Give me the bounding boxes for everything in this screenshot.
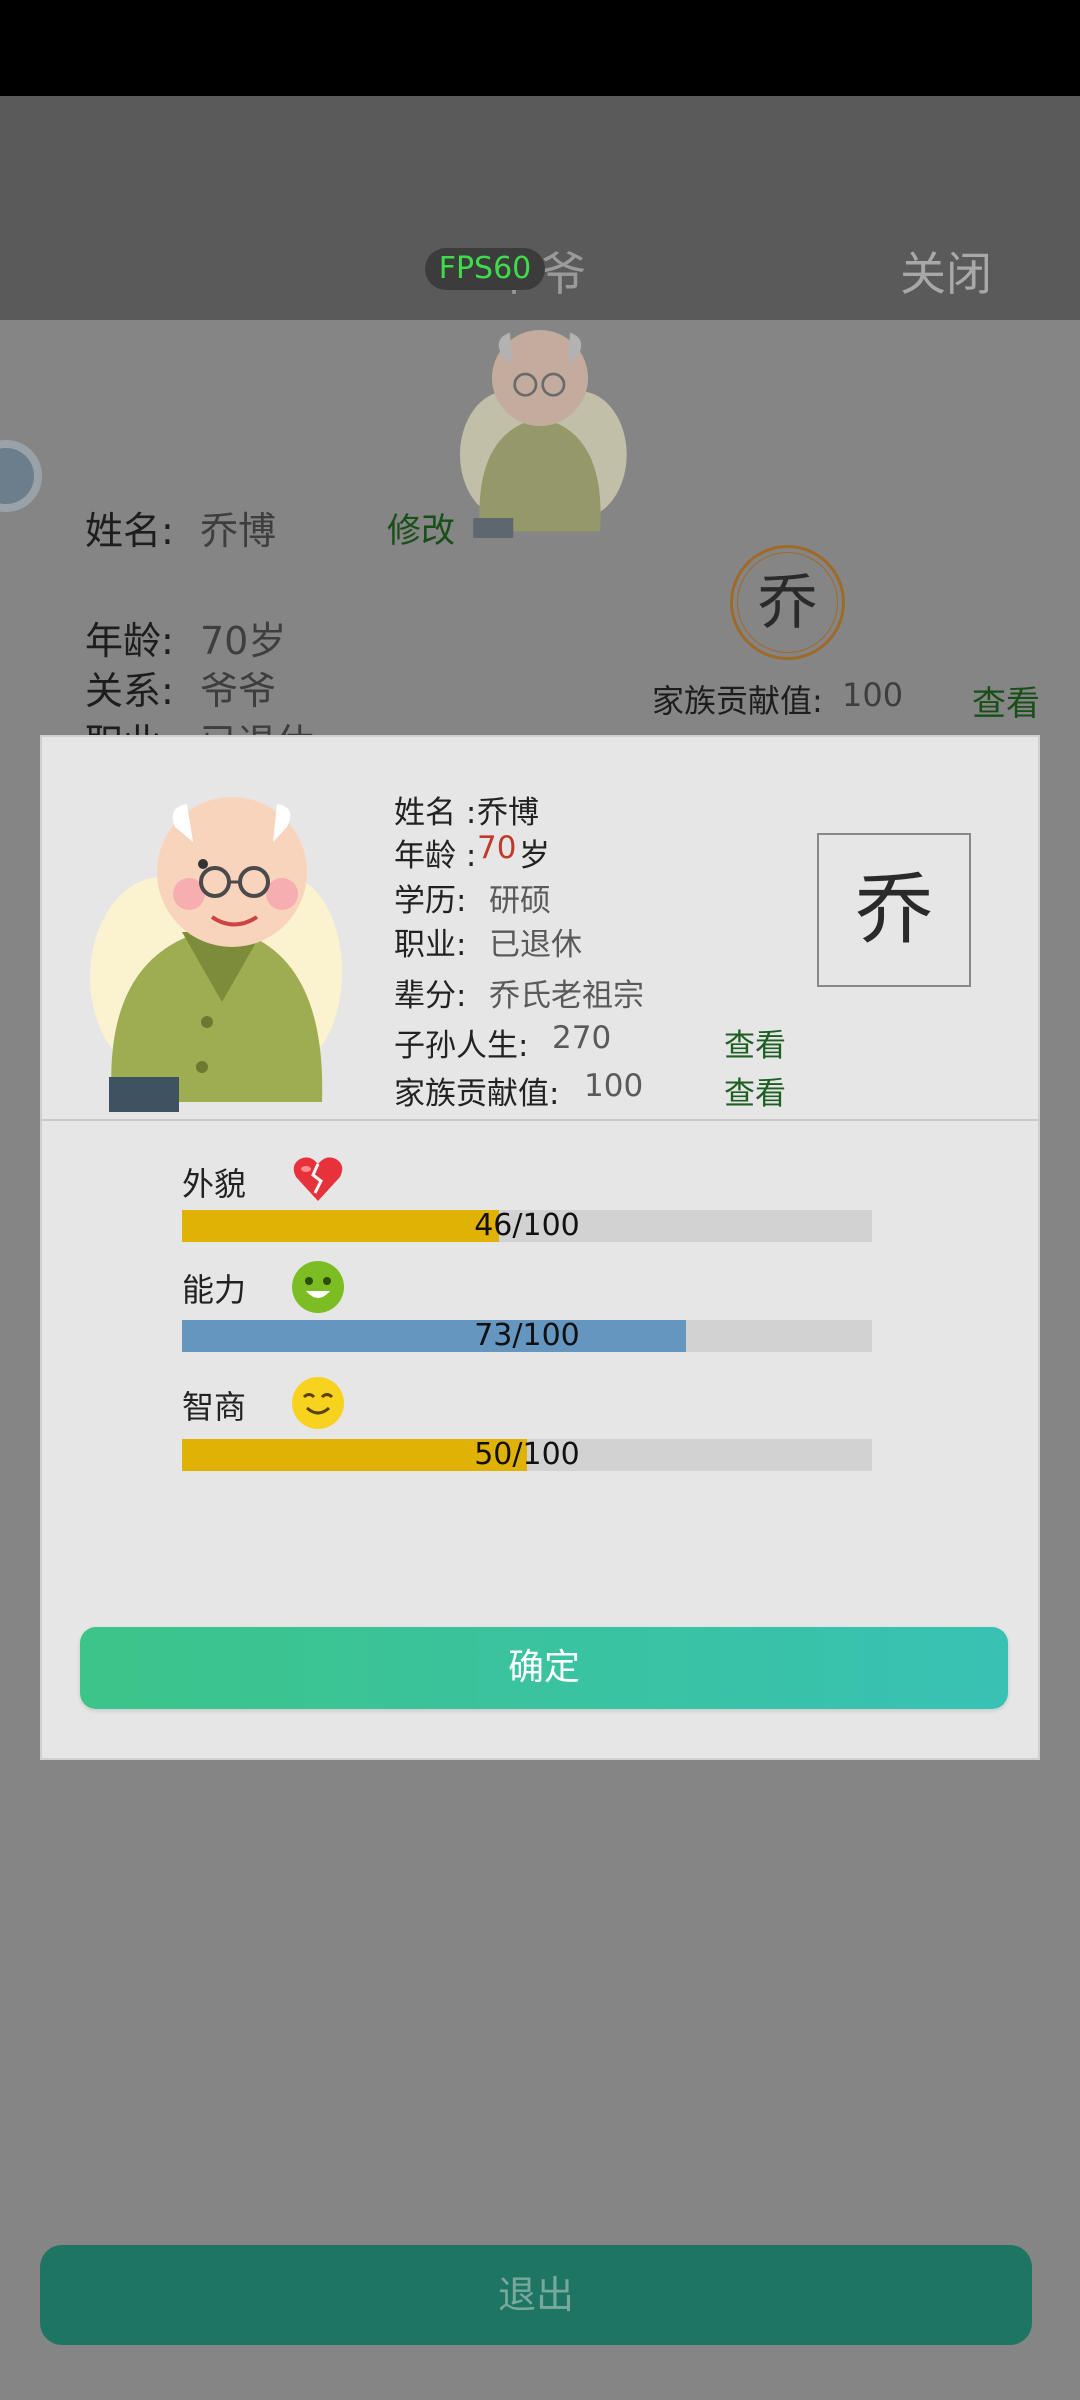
member-detail-dialog: 姓名 : 乔博 年龄 : 70 岁 学历: 研硕 职业: 已退休 辈分: 乔氏老… [40,735,1040,1760]
smiling-face-icon [292,1377,344,1429]
status-bar [0,0,1080,96]
stat-text-intelligence: 50/100 [474,1437,580,1472]
age-value: 70 [477,830,517,866]
green-face-icon [292,1261,344,1313]
age-label: 年龄 : [394,838,477,874]
bg-view-contribution-link[interactable]: 查看 [972,676,1040,725]
generation-label: 辈分: [394,978,467,1014]
age-unit: 岁 [519,838,550,874]
broken-heart-icon [293,1157,343,1201]
bg-name-value: 乔博 [200,509,277,553]
education-value: 研硕 [489,883,551,919]
education-label: 学历: [394,883,467,919]
bg-contribution-value: 100 [842,676,904,714]
stat-label-appearance: 外貌 [182,1165,247,1203]
family-seal: 乔 [730,545,845,660]
grandpa-avatar [90,797,342,1112]
bg-contribution-label: 家族贡献值: [652,682,823,720]
edit-name-link[interactable]: 修改 [387,503,455,552]
view-descendants-link[interactable]: 查看 [724,1020,786,1065]
descendants-value: 270 [552,1020,612,1056]
bg-name-label: 姓名: [85,509,174,553]
stat-label-intelligence: 智商 [182,1388,247,1426]
stat-label-ability: 能力 [182,1271,247,1309]
bg-age-label: 年龄: [85,619,174,663]
contribution-value: 100 [584,1068,644,1104]
bg-relation-label: 关系: [85,669,174,713]
generation-value: 乔氏老祖宗 [489,978,644,1014]
exit-button[interactable]: 退出 [40,2245,1032,2345]
bg-relation-value: 爷爷 [200,669,277,713]
stat-bar-intelligence: 50/100 [182,1439,872,1471]
name-label: 姓名 : [394,795,477,831]
family-seal-char: 乔 [737,552,838,653]
divider [42,1119,1038,1121]
surname-badge: 乔 [817,833,971,987]
stat-text-ability: 73/100 [474,1318,580,1353]
stat-text-appearance: 46/100 [474,1208,580,1243]
bg-age-value: 70岁 [200,619,287,663]
stat-bar-ability: 73/100 [182,1320,872,1352]
stat-bar-appearance: 46/100 [182,1210,872,1242]
confirm-button[interactable]: 确定 [80,1627,1008,1709]
name-value: 乔博 [477,795,539,831]
fps-badge: FPS60 [425,248,545,290]
grandpa-avatar-background [460,330,627,538]
descendants-label: 子孙人生: [394,1028,529,1064]
job-value: 已退休 [489,927,582,963]
view-contribution-link[interactable]: 查看 [724,1068,786,1113]
contribution-label: 家族贡献值: [394,1076,560,1112]
close-button[interactable]: 关闭 [900,238,992,304]
job-label: 职业: [394,927,467,963]
fps-counter: FPS60 [438,251,532,286]
